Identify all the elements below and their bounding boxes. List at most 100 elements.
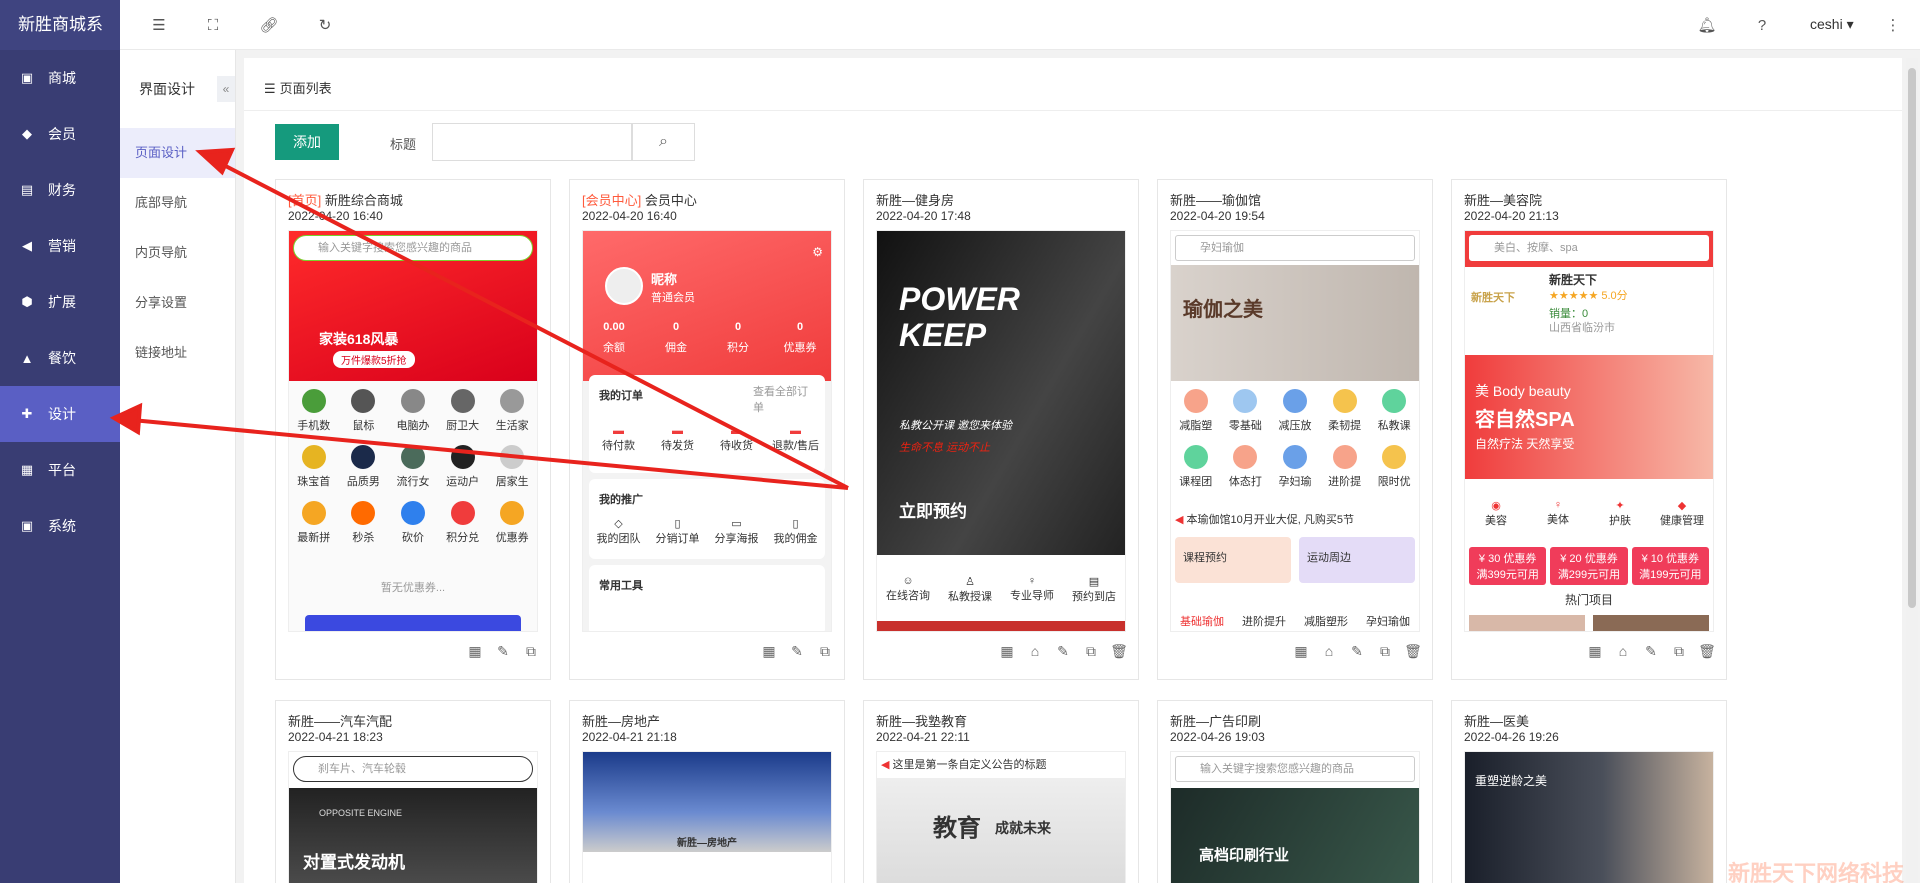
edit-icon[interactable]: ✎	[494, 642, 512, 660]
qrcode-icon[interactable]: ▦	[466, 642, 484, 660]
page-preview: 刹车片、汽车轮毂 OPPOSITE ENGINE 对置式发动机	[288, 751, 538, 883]
page-card-title: 新胜—我塾教育	[876, 714, 968, 729]
page-preview: POWER KEEP 私教公开课 邀您来体验 生命不息 运动不止 立即预约 ☺ 在…	[876, 230, 1126, 632]
qrcode-icon[interactable]: ▦	[1292, 642, 1310, 660]
sidebar: 新胜商城系 ▣ 商城 ◆ 会员 ▤ 财务 ◀ 营销 ⬢ 扩展 ▲ 餐饮 ✚ 设计 ▦ 平台 ▣ 系…	[0, 0, 120, 883]
copy-icon[interactable]: ⧉	[522, 642, 540, 660]
page-card[interactable]: 新胜—医美 2022-04-26 19:26 重塑逆龄之美	[1451, 700, 1727, 883]
edit-icon[interactable]: ✎	[1348, 642, 1366, 660]
page-card[interactable]: 新胜——汽车汽配 2022-04-21 18:23 刹车片、汽车轮毂 OPPOS…	[275, 700, 551, 883]
megaphone-icon: ◀	[1175, 514, 1184, 526]
subnav-item-page-design[interactable]: 页面设计	[120, 128, 235, 178]
page-card-title: 会员中心	[644, 193, 697, 208]
page-card-date: 2022-04-21 21:18	[582, 730, 677, 744]
sidebar-item-system[interactable]: ▣ 系统	[0, 498, 120, 554]
page-preview: ◀ 这里是第一条自定义公告的标题 教育 成就未来	[876, 751, 1126, 883]
subnav-item-bottom-nav[interactable]: 底部导航	[120, 178, 235, 228]
page-card[interactable]: 新胜—我塾教育 2022-04-21 22:11 ◀ 这里是第一条自定义公告的标…	[863, 700, 1139, 883]
page-card[interactable]: 新胜—房地产 2022-04-21 21:18 新胜—房地产	[569, 700, 845, 883]
sidebar-item-finance[interactable]: ▤ 财务	[0, 162, 120, 218]
edit-icon[interactable]: ✎	[1642, 642, 1660, 660]
more-icon[interactable]: ⋮	[1884, 16, 1902, 34]
topbar: ☰ ⛶ 🔗︎ ↻ 🔔︎ ? ceshi ▾ ⋮	[120, 0, 1920, 50]
page-card-date: 2022-04-20 17:48	[876, 209, 971, 223]
extend-icon: ⬢	[21, 294, 33, 309]
page-card-date: 2022-04-20 21:13	[1464, 209, 1559, 223]
shop-icon: ▣	[20, 70, 34, 85]
subnav-item-links[interactable]: 链接地址	[120, 328, 235, 378]
user-menu[interactable]: ceshi ▾	[1810, 16, 1854, 33]
page-card-title: 新胜综合商城	[324, 193, 403, 208]
sidebar-item-design[interactable]: ✚ 设计	[0, 386, 120, 442]
page-card[interactable]: 新胜—广告印刷 2022-04-26 19:03 输入关键字搜索您感兴趣的商品 …	[1157, 700, 1433, 883]
page-preview: 美白、按摩、spa 新胜天下 新胜天下 ★★★★★ 5.0分 销量：0 山西省临…	[1464, 230, 1714, 632]
qrcode-icon[interactable]: ▦	[760, 642, 778, 660]
delete-icon[interactable]: 🗑︎	[1404, 642, 1422, 660]
sidebar-item-catering[interactable]: ▲ 餐饮	[0, 330, 120, 386]
teacher-icon: ♀	[1027, 575, 1037, 587]
page-card-title: 新胜——汽车汽配	[288, 714, 393, 729]
edit-icon[interactable]: ✎	[1054, 642, 1072, 660]
page-preview: 孕妇瑜伽 瑜伽之美 减脂塑 零基础 减压放 柔韧提 私教课 课程团 体态打 孕妇…	[1170, 230, 1420, 632]
page-card-title: 新胜—美容院	[1464, 193, 1543, 208]
page-card[interactable]: 新胜—健身房 2022-04-20 17:48 POWER KEEP 私教公开课…	[863, 179, 1139, 680]
subnav-item-share[interactable]: 分享设置	[120, 278, 235, 328]
copy-icon[interactable]: ⧉	[1082, 642, 1100, 660]
page-card[interactable]: 新胜——瑜伽馆 2022-04-20 19:54 孕妇瑜伽 瑜伽之美 减脂塑 零…	[1157, 179, 1433, 680]
menu-toggle-icon[interactable]: ☰	[150, 16, 168, 34]
subnav-item-inner-nav[interactable]: 内页导航	[120, 228, 235, 278]
page-card[interactable]: 新胜—美容院 2022-04-20 21:13 美白、按摩、spa 新胜天下 新…	[1451, 179, 1727, 680]
search-button[interactable]: ⌕	[632, 123, 695, 161]
page-title: ☰ 页面列表	[264, 81, 332, 96]
sidebar-item-platform[interactable]: ▦ 平台	[0, 442, 120, 498]
link-icon[interactable]: 🔗︎	[259, 16, 278, 34]
sidebar-item-marketing[interactable]: ◀ 营销	[0, 218, 120, 274]
home-icon[interactable]: ⌂	[1614, 642, 1632, 660]
skincare-icon: ✦	[1615, 499, 1625, 512]
megaphone-icon: ◀	[881, 759, 890, 771]
sidebar-item-member[interactable]: ◆ 会员	[0, 106, 120, 162]
collapse-button[interactable]: «	[217, 76, 235, 102]
delete-icon[interactable]: 🗑︎	[1110, 642, 1128, 660]
preview-search: 输入关键字搜索您感兴趣的商品	[293, 235, 533, 261]
qrcode-icon[interactable]: ▦	[1586, 642, 1604, 660]
page-card-date: 2022-04-20 16:40	[288, 209, 383, 223]
help-icon[interactable]: ?	[1753, 16, 1771, 34]
fullscreen-icon[interactable]: ⛶	[204, 16, 222, 34]
book-button: 立即预约	[899, 502, 967, 521]
copy-icon[interactable]: ⧉	[1376, 642, 1394, 660]
consult-icon: ☺	[902, 575, 914, 587]
page-card[interactable]: [首页] 新胜综合商城 2022-04-20 16:40 输入关键字搜索您感兴趣…	[275, 179, 551, 680]
body-icon: ♀	[1553, 499, 1563, 511]
scroll-thumb[interactable]	[1908, 68, 1916, 608]
finance-icon: ▤	[20, 182, 34, 197]
edit-icon[interactable]: ✎	[788, 642, 806, 660]
divider	[244, 110, 1902, 111]
watermark: 新胜天下网络科技	[1728, 861, 1905, 883]
settings-icon: ⚙	[812, 245, 823, 259]
main-panel: ☰ 页面列表 添加 标题 ⌕ [首页] 新胜综合商城 2022-04-20 16:…	[244, 58, 1902, 883]
page-card[interactable]: [会员中心] 会员中心 2022-04-20 16:40 ⚙ 昵称 普通会员 0…	[569, 179, 845, 680]
puzzle-icon: ✚	[21, 406, 33, 421]
delete-icon[interactable]: 🗑︎	[1698, 642, 1716, 660]
logo: 新胜商城系	[0, 0, 120, 50]
member-icon: ◆	[22, 126, 32, 141]
page-preview: 重塑逆龄之美	[1464, 751, 1714, 883]
copy-icon[interactable]: ⧉	[1670, 642, 1688, 660]
sidebar-item-shop[interactable]: ▣ 商城	[0, 50, 120, 106]
copy-icon[interactable]: ⧉	[816, 642, 834, 660]
refresh-icon[interactable]: ↻	[316, 16, 334, 34]
sidebar-item-extend[interactable]: ⬢ 扩展	[0, 274, 120, 330]
avatar	[605, 267, 643, 305]
health-icon: ◆	[1677, 499, 1687, 512]
page-card-title: 新胜—广告印刷	[1170, 714, 1262, 729]
add-button[interactable]: 添加	[275, 124, 339, 160]
qrcode-icon[interactable]: ▦	[998, 642, 1016, 660]
page-card-title: 新胜—房地产	[582, 714, 661, 729]
scrollbar[interactable]	[1906, 58, 1918, 883]
page-card-date: 2022-04-26 19:26	[1464, 730, 1559, 744]
title-input[interactable]	[432, 123, 632, 161]
home-icon[interactable]: ⌂	[1026, 642, 1044, 660]
bell-icon[interactable]: 🔔︎	[1697, 16, 1716, 34]
home-icon[interactable]: ⌂	[1320, 642, 1338, 660]
